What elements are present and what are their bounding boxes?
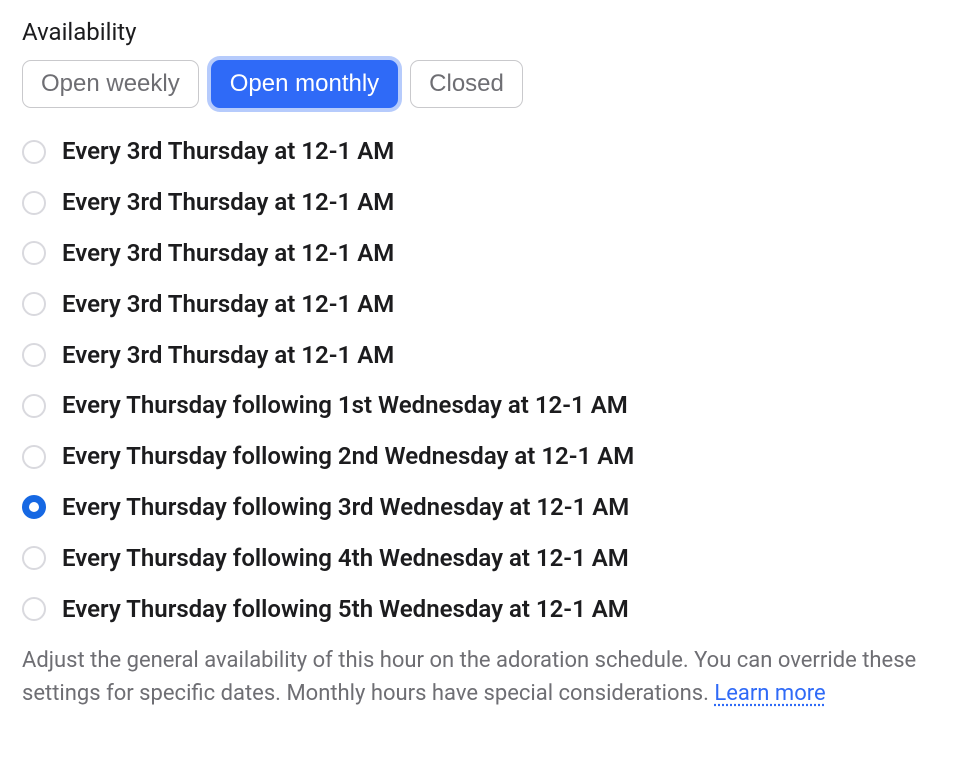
radio-icon — [22, 546, 46, 570]
availability-option[interactable]: Every 3rd Thursday at 12-1 AM — [22, 228, 938, 279]
tab-open-weekly[interactable]: Open weekly — [22, 60, 199, 108]
availability-option[interactable]: Every Thursday following 5th Wednesday a… — [22, 584, 938, 635]
availability-option[interactable]: Every 3rd Thursday at 12-1 AM — [22, 279, 938, 330]
radio-icon — [22, 191, 46, 215]
availability-option[interactable]: Every Thursday following 1st Wednesday a… — [22, 380, 938, 431]
availability-option-label: Every 3rd Thursday at 12-1 AM — [62, 290, 394, 319]
availability-option-label: Every 3rd Thursday at 12-1 AM — [62, 239, 394, 268]
help-text: Adjust the general availability of this … — [22, 644, 938, 710]
availability-option-label: Every Thursday following 1st Wednesday a… — [62, 391, 628, 420]
tab-open-monthly[interactable]: Open monthly — [211, 60, 398, 108]
availability-option-label: Every Thursday following 2nd Wednesday a… — [62, 442, 634, 471]
availability-option-label: Every Thursday following 5th Wednesday a… — [62, 595, 629, 624]
availability-option-label: Every Thursday following 4th Wednesday a… — [62, 544, 629, 573]
radio-icon — [22, 292, 46, 316]
radio-icon — [22, 241, 46, 265]
availability-option-label: Every Thursday following 3rd Wednesday a… — [62, 493, 629, 522]
availability-option-label: Every 3rd Thursday at 12-1 AM — [62, 137, 394, 166]
section-title: Availability — [22, 18, 938, 46]
radio-icon — [22, 140, 46, 164]
radio-icon — [22, 445, 46, 469]
availability-options-list: Every 3rd Thursday at 12-1 AM Every 3rd T… — [22, 126, 938, 634]
tab-closed[interactable]: Closed — [410, 60, 523, 108]
availability-option-label: Every 3rd Thursday at 12-1 AM — [62, 188, 394, 217]
availability-option[interactable]: Every 3rd Thursday at 12-1 AM — [22, 330, 938, 381]
availability-option[interactable]: Every Thursday following 4th Wednesday a… — [22, 533, 938, 584]
availability-tabs: Open weeklyOpen monthlyClosed — [22, 60, 938, 108]
learn-more-link[interactable]: Learn more — [714, 681, 825, 706]
radio-icon — [22, 343, 46, 367]
radio-icon — [22, 394, 46, 418]
availability-option[interactable]: Every 3rd Thursday at 12-1 AM — [22, 126, 938, 177]
availability-option[interactable]: Every 3rd Thursday at 12-1 AM — [22, 177, 938, 228]
availability-option[interactable]: Every Thursday following 3rd Wednesday a… — [22, 482, 938, 533]
radio-icon — [22, 495, 46, 519]
availability-option[interactable]: Every Thursday following 2nd Wednesday a… — [22, 431, 938, 482]
availability-option-label: Every 3rd Thursday at 12-1 AM — [62, 341, 394, 370]
radio-icon — [22, 597, 46, 621]
